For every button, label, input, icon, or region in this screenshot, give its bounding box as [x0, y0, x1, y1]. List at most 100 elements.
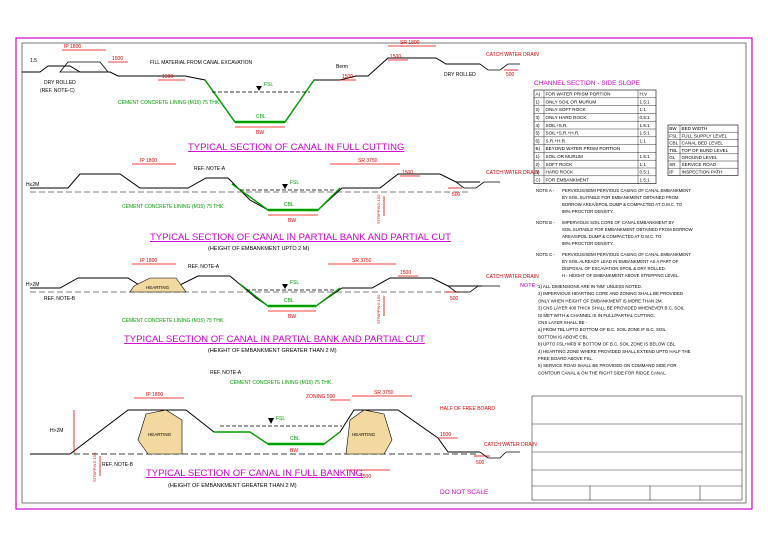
abbr-meaning: SERVICE ROAD [682, 162, 717, 167]
slope-row-index: 3) [536, 115, 541, 120]
fsl-marker [256, 86, 262, 91]
abbr-code: BW [669, 126, 677, 131]
abbr-meaning: BED WIDTH [682, 126, 708, 131]
slope-row-ratio: 1.5:1 [640, 177, 651, 182]
slope-row-index: 2) [536, 107, 541, 112]
section-subtitle: (HEIGHT OF EMBANKMENT GREATER THAN 2 M) [168, 483, 297, 489]
label-sr: SR 3750 [374, 390, 394, 396]
label-hearting: HEARTING [146, 285, 170, 290]
side-slope-table: A) FOR WATER PRISM PORTION H:V 1) ONLY SOIL … [533, 89, 657, 184]
slope-row-ratio: 0.5:1 [640, 115, 651, 120]
catch-drain [479, 451, 520, 459]
label-bw: BW [288, 218, 296, 224]
section-subtitle: (HEIGHT OF EMBANKMENT GREATER THAN 2 M) [208, 348, 337, 354]
label-lining: CEMENT CONCRETE LINING (M15) 75 THK. [122, 318, 225, 324]
label-catch-drain: CATCH WATER DRAIN [486, 274, 539, 280]
slope-row-description: ONLY SOIL OR MURUM [546, 99, 597, 104]
slope-row-index: B) [536, 146, 541, 151]
spoil-bank [59, 61, 109, 73]
title-block [531, 395, 743, 501]
catch-drain [447, 285, 500, 293]
label-hearting-left: HEARTING [148, 432, 172, 437]
fsl-marker [282, 184, 288, 189]
label-cbl: CBL [284, 202, 294, 208]
lining-right [284, 79, 315, 123]
slope-row-ratio: 1.5:1 [640, 131, 651, 136]
label-ref-note-b: REF. NOTE-B [44, 296, 76, 302]
fsl-marker [268, 418, 274, 424]
label-half-free-board: HALF OF FREE BOARD [440, 406, 495, 412]
abbr-meaning: INSPECTION PATH [682, 169, 723, 174]
label-ip: IP 1800 [140, 258, 157, 264]
label-ip: IP 1800 [146, 392, 163, 398]
section-partial-bank-upto-2m: IP 1800 REF. NOTE-A H≤2M SR 3750 1500 CA… [26, 158, 539, 252]
side-slope-title: CHANNEL SECTION - SIDE SLOPE [534, 80, 641, 87]
label-sr: SR 3750 [352, 258, 372, 264]
note-item: CNS LAYER SHALL BE - [538, 320, 588, 325]
notes-abc: NOTE A - PERVIOUS/SEMI PERVIOUS CASING OF… [536, 188, 694, 278]
note-line: 98% PROCTOR DENSITY. [562, 241, 614, 246]
slope-row-index: 6) [536, 138, 541, 143]
label-1500: 1500 [402, 170, 413, 176]
label-stripping: STRIPPING 150 [376, 294, 381, 324]
label-ref-note: REF. NOTE-A [188, 264, 220, 270]
label-hearting-right: HEARTING [352, 432, 376, 437]
note-line: BORROW AREA/SPOIL DUMP & COMPACTED AT O.… [562, 202, 683, 207]
do-not-scale: DO NOT SCALE [440, 489, 489, 496]
label-500: 500 [452, 192, 461, 198]
note-item: 3) CNS LAYER 400 THICK SHALL BE PROVIDED… [538, 306, 685, 311]
section-title: TYPICAL SECTION OF CANAL IN FULL CUTTING [188, 142, 404, 153]
label-ip: IP 1800 [140, 158, 157, 164]
label-dry-rolled-right: DRY ROLLED [444, 72, 476, 78]
label-bw: BW [256, 130, 264, 136]
slope-row-ratio: H:V [640, 92, 649, 97]
drawing-sheet: IP 1800 1.5 FILL MATERIAL FROM CANAL EXC… [15, 37, 753, 510]
note-item: CONTOUR CANAL & ON THE RIGHT SIDE FOR RI… [538, 370, 667, 375]
note-label: NOTE A - [536, 188, 555, 193]
note-line: AREA/SPOIL DUMP & COMPACTED AT O.M.C. TO [562, 234, 662, 239]
label-h: H>2M [26, 282, 39, 288]
note-line: 98% PROCTOR DENSITY. [562, 209, 614, 214]
section-full-banking: REF. NOTE-A CEMENT CONCRETE LINING (M15)… [30, 370, 537, 489]
abbreviation-table: BW BED WIDTH FSL FULL SUPPLY LEVEL CBL CANAL … [667, 124, 739, 176]
abbr-code: IP [669, 169, 673, 174]
slope-row-ratio: 1:1 [640, 138, 647, 143]
note-label: NOTE C - [536, 252, 555, 257]
section-full-cutting: IP 1800 1.5 FILL MATERIAL FROM CANAL EXC… [22, 40, 539, 153]
label-fsl: FSL [290, 280, 299, 286]
abbr-meaning: FULL SUPPLY LEVEL [682, 133, 728, 138]
note-item: IS MET WITH & CHANNEL IS IN FULL/PARTIAL… [538, 313, 655, 318]
slope-row-description: SOIL+S.R. [546, 123, 568, 128]
label-500: 500 [450, 296, 459, 302]
abbr-code: GL [669, 155, 676, 160]
slope-row-description: BEYOND WATER PRISM PORTION [546, 146, 621, 151]
label-fsl: FSL [290, 180, 299, 186]
abbr-meaning: GROUND LEVEL [682, 155, 718, 160]
note-item: 4) HEARTING ZONE WHERE PROVIDED SHALL EX… [538, 349, 691, 354]
abbr-code: SR [669, 162, 676, 167]
slope-row-index: 5) [536, 131, 541, 136]
slope-row-index: 1) [536, 99, 541, 104]
section-title: TYPICAL SECTION OF CANAL IN PARTIAL BANK… [124, 334, 425, 345]
lining [214, 431, 341, 445]
section-subtitle: (HEIGHT OF EMBANKMENT UPTO 2 M) [208, 246, 309, 252]
label-1500a: 1500 [112, 56, 123, 62]
label-fsl: FSL [264, 82, 273, 88]
notes-list: 1) ALL DIMENSIONS ARE IN 'MM' UNLESS NOT… [538, 284, 691, 375]
note-line: BY SOIL ALREADY LEAD IN EMBANKMENT AS A … [562, 259, 679, 264]
label-lining: CEMENT CONCRETE LINING (M15) 75 THK. [230, 380, 333, 386]
label-catch-drain: CATCH WATER DRAIN [486, 170, 539, 176]
slope-row-description: SOFT ROCK [546, 162, 574, 167]
label-bw: BW [290, 448, 298, 454]
slope-row-ratio: 1:1 [640, 162, 647, 167]
note-item: BOTTOM IS ABOVE CBL [538, 334, 588, 339]
section-partial-bank-over-2m: IP 1800 REF. NOTE-A H>2M HEARTING REF. N… [26, 258, 539, 354]
ground-line [30, 275, 482, 307]
note-line: IMPERVIOUS SOIL CORE OF CANAL EMBANKMENT… [562, 220, 674, 225]
slope-row-description: S.R.+H.R. [546, 138, 567, 143]
label-1500: 1500 [440, 432, 451, 438]
slope-row-description: HARD ROCK [546, 170, 575, 175]
abbr-code: CBL [669, 141, 678, 146]
label-sr: SR 1800 [400, 40, 420, 46]
note-label: NOTE B - [536, 220, 555, 225]
